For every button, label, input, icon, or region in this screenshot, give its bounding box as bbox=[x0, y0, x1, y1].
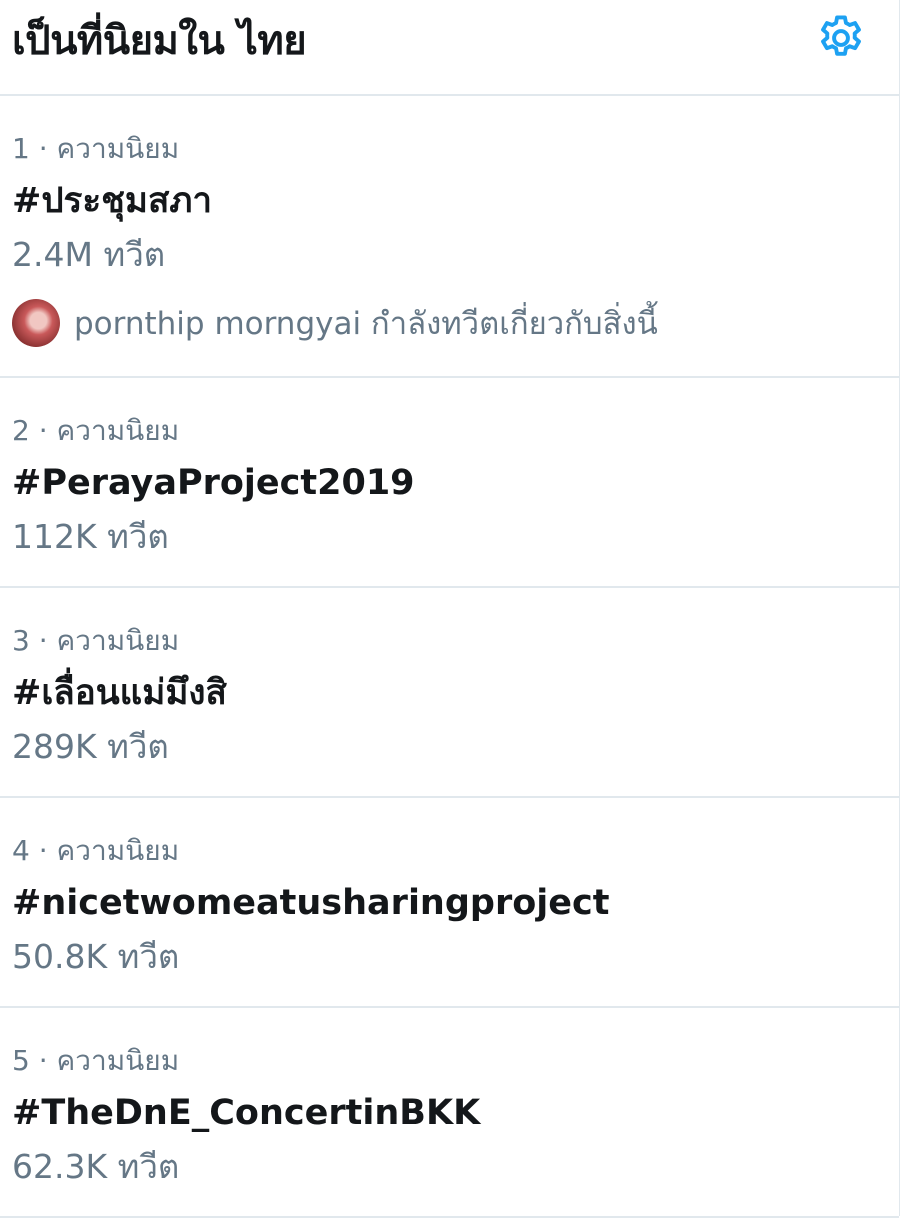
trend-item-4[interactable]: 4 · ความนิยม #nicetwomeatusharingproject… bbox=[0, 798, 899, 1008]
trend-tweet-count: 62.3K ทวีต bbox=[12, 1147, 180, 1186]
trends-header: เป็นที่นิยมใน ไทย bbox=[0, 0, 899, 96]
trend-tweet-count: 289K ทวีต bbox=[12, 727, 169, 766]
trend-meta: 5 · ความนิยม bbox=[12, 1044, 180, 1077]
trends-title: เป็นที่นิยมใน ไทย bbox=[12, 18, 307, 64]
trend-tweet-count: 112K ทวีต bbox=[12, 517, 169, 556]
trends-panel: เป็นที่นิยมใน ไทย 1 · ความนิยม #ประชุมสภ… bbox=[0, 0, 900, 1218]
trend-item-1[interactable]: 1 · ความนิยม #ประชุมสภา 2.4M ทวีต pornth… bbox=[0, 96, 899, 378]
gear-icon bbox=[821, 15, 861, 56]
trend-context-text: pornthip morngyai กำลังทวีตเกี่ยวกับสิ่ง… bbox=[74, 306, 658, 342]
trend-tweet-count: 50.8K ทวีต bbox=[12, 937, 180, 976]
trend-item-2[interactable]: 2 · ความนิยม #PerayaProject2019 112K ทวี… bbox=[0, 378, 899, 588]
trend-item-3[interactable]: 3 · ความนิยม #เลื่อนแม่มึงสิ 289K ทวีต bbox=[0, 588, 899, 798]
trend-name: #ประชุมสภา bbox=[12, 181, 213, 221]
trend-name: #TheDnE_ConcertinBKK bbox=[12, 1093, 481, 1133]
trend-name: #เลื่อนแม่มึงสิ bbox=[12, 673, 227, 713]
trend-name: #PerayaProject2019 bbox=[12, 463, 415, 503]
trend-context: pornthip morngyai กำลังทวีตเกี่ยวกับสิ่ง… bbox=[12, 293, 887, 353]
trend-meta: 4 · ความนิยม bbox=[12, 834, 180, 867]
avatar bbox=[12, 299, 60, 347]
trend-meta: 1 · ความนิยม bbox=[12, 132, 180, 165]
settings-button[interactable] bbox=[813, 10, 869, 66]
trend-tweet-count: 2.4M ทวีต bbox=[12, 235, 166, 274]
trend-meta: 2 · ความนิยม bbox=[12, 414, 180, 447]
trend-name: #nicetwomeatusharingproject bbox=[12, 883, 610, 923]
trend-meta: 3 · ความนิยม bbox=[12, 624, 180, 657]
trend-item-5[interactable]: 5 · ความนิยม #TheDnE_ConcertinBKK 62.3K … bbox=[0, 1008, 899, 1218]
